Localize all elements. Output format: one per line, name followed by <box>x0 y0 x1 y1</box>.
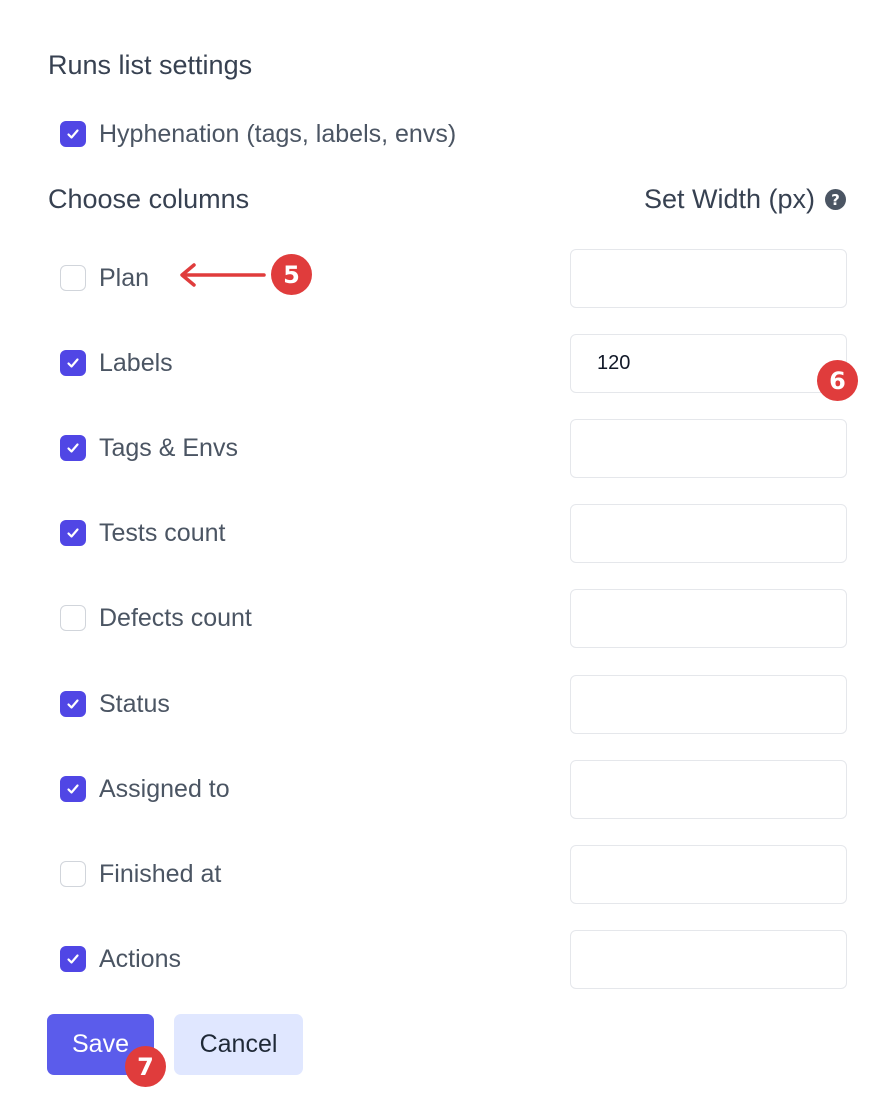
width-input-plan[interactable] <box>570 248 847 308</box>
set-width-header: Set Width (px) ? <box>644 184 846 215</box>
width-input-finished-at[interactable] <box>570 844 847 904</box>
width-input-status[interactable] <box>570 674 847 734</box>
width-input-labels[interactable] <box>570 333 847 393</box>
column-row-actions: Actions <box>60 929 847 989</box>
width-input-defects-count[interactable] <box>570 588 847 648</box>
column-checkbox-assigned-to[interactable] <box>60 776 86 802</box>
hyphenation-option[interactable]: Hyphenation (tags, labels, envs) <box>60 116 456 152</box>
column-row-defects-count: Defects count <box>60 588 847 648</box>
column-checkbox-plan[interactable] <box>60 265 86 291</box>
column-row-assigned-to: Assigned to <box>60 759 847 819</box>
check-icon <box>67 358 79 368</box>
annotation-marker-5: 5 <box>271 254 312 295</box>
column-label: Finished at <box>99 859 222 888</box>
annotation-marker-6: 6 <box>817 360 858 401</box>
check-icon <box>67 443 79 453</box>
column-row-finished-at: Finished at <box>60 844 847 904</box>
column-checkbox-status[interactable] <box>60 691 86 717</box>
column-label: Tests count <box>99 518 226 547</box>
arrow-left-icon <box>180 263 266 287</box>
cancel-button[interactable]: Cancel <box>174 1014 303 1075</box>
width-input-tests-count[interactable] <box>570 503 847 563</box>
check-icon <box>67 528 79 538</box>
runs-list-settings-panel: Runs list settings Hyphenation (tags, la… <box>0 0 890 1102</box>
annotation-marker-7: 7 <box>125 1046 166 1087</box>
column-checkbox-tags-envs[interactable] <box>60 435 86 461</box>
column-row-tests-count: Tests count <box>60 503 847 563</box>
width-input-tags-envs[interactable] <box>570 418 847 478</box>
width-input-actions[interactable] <box>570 929 847 989</box>
column-label: Tags & Envs <box>99 433 238 462</box>
column-checkbox-labels[interactable] <box>60 350 86 376</box>
column-label: Labels <box>99 348 173 377</box>
check-icon <box>67 954 79 964</box>
column-checkbox-defects-count[interactable] <box>60 605 86 631</box>
column-checkbox-finished-at[interactable] <box>60 861 86 887</box>
check-icon <box>67 129 79 139</box>
column-checkbox-actions[interactable] <box>60 946 86 972</box>
column-label: Status <box>99 689 170 718</box>
column-label: Actions <box>99 944 181 973</box>
help-icon[interactable]: ? <box>825 189 846 210</box>
check-icon <box>67 784 79 794</box>
column-checkbox-tests-count[interactable] <box>60 520 86 546</box>
hyphenation-checkbox[interactable] <box>60 121 86 147</box>
hyphenation-label: Hyphenation (tags, labels, envs) <box>99 119 457 148</box>
column-row-status: Status <box>60 674 847 734</box>
column-row-tags-envs: Tags & Envs <box>60 418 847 478</box>
column-label: Defects count <box>99 603 252 632</box>
section-title: Runs list settings <box>48 50 253 80</box>
width-input-assigned-to[interactable] <box>570 759 847 819</box>
set-width-label: Set Width (px) <box>643 184 815 214</box>
check-icon <box>67 699 79 709</box>
column-label: Assigned to <box>99 774 230 803</box>
column-label: Plan <box>99 263 150 292</box>
choose-columns-label: Choose columns <box>48 184 250 214</box>
column-row-labels: Labels <box>60 333 847 393</box>
